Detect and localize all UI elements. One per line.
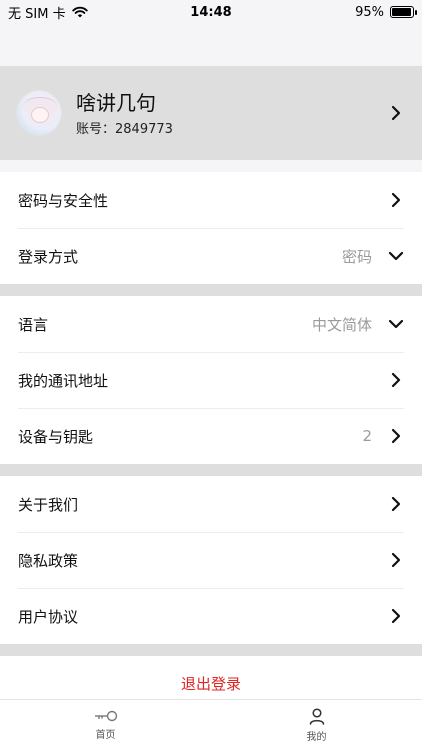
row-label: 密码与安全性 [18,191,109,210]
profile-name: 啥讲几句 [76,90,156,115]
row-label: 关于我们 [18,495,79,514]
section-divider [0,284,422,296]
chevron-right-icon [386,370,406,390]
carrier-label: 无 SIM 卡 [8,6,66,22]
status-time: 14:48 [190,4,232,20]
tab-mine[interactable]: 我的 [211,700,422,750]
tab-label: 首页 [95,730,116,741]
row-language[interactable]: 语言 中文简体 [0,296,422,352]
status-right: 95% [355,4,417,20]
row-label: 语言 [18,315,49,334]
avatar [16,90,62,136]
tab-label: 我的 [306,732,327,743]
chevron-right-icon [386,103,406,123]
wifi-icon [71,6,88,18]
user-icon [309,708,324,725]
chevron-down-icon [386,314,406,334]
logout-button[interactable]: 退出登录 [0,656,422,700]
chevron-right-icon [386,550,406,570]
row-label: 我的通讯地址 [18,371,109,390]
chevron-right-icon [386,494,406,514]
profile-card[interactable]: 啥讲几句 账号：2849773 [0,66,422,160]
row-label: 设备与钥匙 [18,427,94,446]
row-label: 登录方式 [18,247,79,266]
row-value: 密码 [341,247,372,266]
row-about-us[interactable]: 关于我们 [0,476,422,532]
avatar-face [31,107,49,123]
section-security: 密码与安全性 登录方式 密码 [0,172,422,284]
chevron-right-icon [386,606,406,626]
row-label: 用户协议 [18,607,79,626]
row-login-method[interactable]: 登录方式 密码 [0,228,422,284]
row-devices-keys[interactable]: 设备与钥匙 2 [0,408,422,464]
status-left: 无 SIM 卡 [8,3,88,22]
row-user-agreement[interactable]: 用户协议 [0,588,422,644]
section-divider [0,644,422,656]
status-bar: 无 SIM 卡 14:48 95% [0,0,422,24]
key-icon [94,710,117,722]
battery-icon [390,6,417,18]
tab-bar: 首页 我的 [0,699,422,750]
battery-fill [392,8,411,16]
section-preferences: 语言 中文简体 我的通讯地址 设备与钥匙 2 [0,296,422,464]
profile-account: 账号：2849773 [76,121,173,137]
row-password-security[interactable]: 密码与安全性 [0,172,422,228]
section-about: 关于我们 隐私政策 用户协议 [0,476,422,644]
row-privacy-policy[interactable]: 隐私政策 [0,532,422,588]
chevron-right-icon [386,190,406,210]
logout-label: 退出登录 [180,675,241,693]
row-value: 2 [362,427,372,445]
section-divider [0,464,422,476]
row-label: 隐私政策 [18,551,79,570]
profile-info: 啥讲几句 账号：2849773 [76,90,386,137]
battery-percent: 95% [355,4,384,20]
row-address[interactable]: 我的通讯地址 [0,352,422,408]
chevron-down-icon [386,246,406,266]
chevron-right-icon [386,426,406,446]
row-value: 中文简体 [311,315,372,334]
tab-home[interactable]: 首页 [0,700,211,750]
